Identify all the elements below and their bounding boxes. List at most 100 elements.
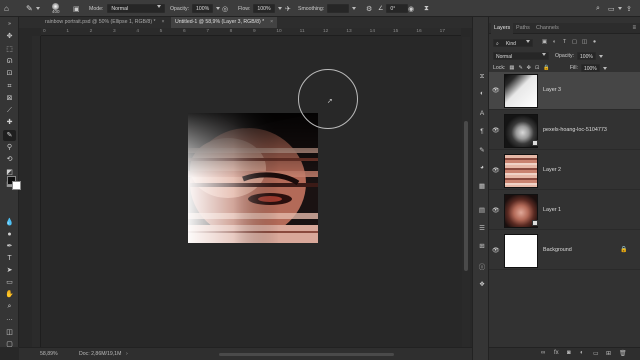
layer-row-layer-3[interactable]: 👁 Layer 3: [489, 72, 640, 110]
top-ruler[interactable]: 0 1 2 3 4 5 6 7 8 9 10 11 12 13 14 15 16 17: [41, 28, 461, 36]
layer-row-background[interactable]: 👁 Background 🔒: [489, 232, 640, 270]
left-ruler[interactable]: [32, 36, 41, 347]
symmetry-icon[interactable]: ⧗: [424, 3, 429, 14]
panel-menu-icon[interactable]: ≡: [632, 23, 636, 34]
tab-paths[interactable]: Paths: [513, 23, 533, 34]
layer-style-fx-icon[interactable]: fx: [554, 350, 559, 356]
flow-field[interactable]: 100%: [253, 4, 275, 13]
pen-tool-icon[interactable]: ✒: [3, 241, 16, 252]
doc-tab-rainbow-portrait[interactable]: rainbow portrait.psd @ 50% (Ellipse 1, R…: [41, 17, 169, 28]
blur-tool-icon[interactable]: 💧: [3, 217, 16, 228]
eyedropper-tool-icon[interactable]: ⟋: [3, 105, 16, 116]
layer-name[interactable]: Layer 1: [543, 207, 561, 213]
workspace-icon[interactable]: ▭: [608, 3, 622, 14]
smoothing-slider-toggle[interactable]: [352, 7, 357, 10]
crop-tool-icon[interactable]: ⌗: [3, 81, 16, 92]
properties-panel-icon[interactable]: ☰: [477, 223, 487, 232]
brush-preset-picker[interactable]: 400: [52, 3, 60, 14]
object-selection-tool-icon[interactable]: ⊡: [3, 68, 16, 79]
layer-row-pexels[interactable]: 👁 pexels-hoang-loc-5104773: [489, 112, 640, 150]
vertical-scrollbar[interactable]: [462, 37, 470, 347]
horizontal-scroll-thumb[interactable]: [219, 353, 394, 356]
tab-channels[interactable]: Channels: [533, 23, 562, 34]
new-group-icon[interactable]: ▭: [593, 350, 599, 357]
history-panel-icon[interactable]: ⧖: [477, 72, 487, 81]
link-layers-icon[interactable]: ∞: [541, 350, 545, 356]
add-mask-icon[interactable]: ◙: [567, 350, 571, 356]
layer-name[interactable]: Layer 2: [543, 167, 561, 173]
path-selection-tool-icon[interactable]: ➤: [3, 265, 16, 276]
brush-settings-icon[interactable]: ▣: [73, 3, 80, 14]
navigator-panel-icon[interactable]: ⊞: [477, 241, 487, 250]
smoothing-options-gear-icon[interactable]: ⚙: [366, 3, 372, 14]
visibility-eye-icon[interactable]: 👁: [492, 167, 500, 174]
visibility-eye-icon[interactable]: 👁: [492, 247, 500, 254]
fill-slider-toggle[interactable]: [602, 66, 607, 70]
color-panel-icon[interactable]: ◕: [477, 163, 487, 172]
quick-mask-icon[interactable]: ◫: [3, 327, 16, 338]
filter-pixel-icon[interactable]: ▣: [541, 39, 548, 46]
channels-panel-icon[interactable]: ❖: [477, 279, 487, 288]
layer-row-layer-2[interactable]: 👁 Layer 2: [489, 152, 640, 190]
visibility-eye-icon[interactable]: 👁: [492, 127, 500, 134]
zoom-readout[interactable]: 58,89%: [40, 351, 58, 357]
history-brush-tool-icon[interactable]: ⟲: [3, 154, 16, 165]
tab-layers[interactable]: Layers: [491, 23, 514, 34]
vertical-scroll-thumb[interactable]: [464, 121, 468, 271]
zoom-tool-icon[interactable]: ⌕: [3, 301, 16, 312]
info-panel-icon[interactable]: ⓘ: [477, 261, 487, 271]
blend-mode-dropdown[interactable]: Normal: [493, 52, 549, 60]
layer-name[interactable]: Background: [543, 247, 572, 253]
fill-field[interactable]: 100%: [580, 64, 600, 72]
canvas-area[interactable]: ➚: [41, 37, 462, 347]
document-image[interactable]: [188, 113, 318, 243]
pressure-opacity-icon[interactable]: ◎: [222, 3, 228, 14]
visibility-eye-icon[interactable]: 👁: [492, 207, 500, 214]
smoothing-field[interactable]: [327, 4, 350, 13]
type-tool-icon[interactable]: T: [3, 253, 16, 264]
lock-image-icon[interactable]: ✎: [518, 65, 522, 71]
dodge-tool-icon[interactable]: ●: [3, 229, 16, 240]
flow-slider-toggle[interactable]: [277, 7, 282, 10]
lock-position-icon[interactable]: ✥: [527, 65, 531, 71]
filter-shape-icon[interactable]: ▢: [571, 39, 578, 46]
layer-row-layer-1[interactable]: 👁 Layer 1: [489, 192, 640, 230]
opacity-field[interactable]: 100%: [192, 4, 214, 13]
layer-name[interactable]: pexels-hoang-loc-5104773: [543, 127, 607, 133]
visibility-eye-icon[interactable]: 👁: [492, 87, 500, 94]
close-icon[interactable]: ×: [270, 19, 273, 25]
move-tool-icon[interactable]: ✥: [3, 31, 16, 42]
doc-info-menu-icon[interactable]: ›: [126, 351, 128, 357]
filter-toggle-icon[interactable]: ●: [591, 39, 598, 46]
new-layer-icon[interactable]: ⊞: [606, 350, 611, 357]
opacity-slider-toggle[interactable]: [216, 7, 221, 10]
airbrush-icon[interactable]: ✈: [285, 3, 291, 14]
healing-brush-tool-icon[interactable]: ✚: [3, 117, 16, 128]
close-icon[interactable]: ×: [162, 19, 165, 25]
clone-stamp-tool-icon[interactable]: ⚲: [3, 142, 16, 153]
toolbar-collapse-icon[interactable]: »: [3, 19, 16, 30]
layer-name[interactable]: Layer 3: [543, 87, 561, 93]
filter-adjustment-icon[interactable]: ◐: [551, 39, 558, 46]
lock-transparent-icon[interactable]: ▦: [509, 65, 514, 71]
libraries-panel-icon[interactable]: ▤: [477, 205, 487, 214]
angle-field[interactable]: 0°: [386, 4, 409, 13]
frame-tool-icon[interactable]: ⊠: [3, 93, 16, 104]
brush-tool-icon[interactable]: ✎: [3, 130, 16, 141]
adjustment-layer-icon[interactable]: ◐: [580, 350, 584, 356]
paragraph-panel-icon[interactable]: ¶: [477, 127, 487, 136]
layer-opacity-slider-toggle[interactable]: [598, 54, 603, 58]
lock-artboard-icon[interactable]: ⊡: [535, 65, 539, 71]
mode-dropdown[interactable]: Normal: [107, 4, 166, 13]
adjustments-panel-icon[interactable]: ◐: [477, 89, 487, 98]
share-icon[interactable]: ⇪: [626, 3, 632, 14]
doc-tab-untitled-1[interactable]: Untitled-1 @ 58,9% (Layer 3, RGB/8) * ×: [171, 17, 278, 28]
filter-smart-object-icon[interactable]: ◫: [581, 39, 588, 46]
marquee-tool-icon[interactable]: ⬚: [3, 44, 16, 55]
hand-tool-icon[interactable]: ✋: [3, 289, 16, 300]
search-icon[interactable]: ⌕: [596, 3, 600, 14]
lasso-tool-icon[interactable]: ᘏ: [3, 56, 16, 67]
brushes-panel-icon[interactable]: ✎: [477, 145, 487, 154]
edit-toolbar-icon[interactable]: …: [3, 313, 16, 324]
pressure-size-icon[interactable]: ◉: [408, 3, 414, 14]
